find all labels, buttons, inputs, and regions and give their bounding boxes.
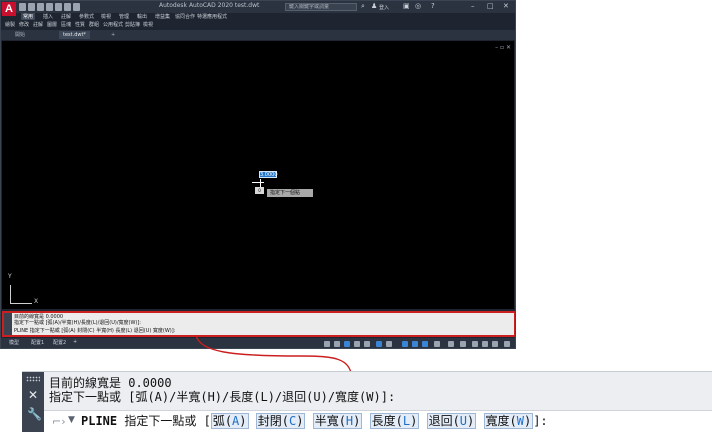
option-halfwidth[interactable]: 半寬(H): [312, 413, 363, 429]
history-line: 目前的線寬是 0.0000: [49, 376, 172, 390]
command-prompt[interactable]: PLINE 指定下一點或 [弧(A) 封閉(C) 半寬(H) 長度(L) 退回(…: [81, 413, 548, 429]
command-window-zoomed[interactable]: ✕ 🔧 目前的線寬是 0.0000 指定下一點或 [弧(A)/半寬(H)/長度(…: [22, 371, 712, 433]
option-undo[interactable]: 退回(U): [426, 413, 477, 429]
callout-arrow: [195, 334, 358, 387]
close-icon[interactable]: ✕: [28, 389, 38, 401]
prompt-text: 指定下一點或 [: [124, 414, 211, 428]
wrench-icon[interactable]: 🔧: [27, 408, 42, 420]
command-prompt-icon: ⌐›: [52, 415, 66, 428]
command-side-bar: ✕ 🔧: [22, 372, 44, 432]
command-history: 目前的線寬是 0.0000 指定下一點或 [弧(A)/半寬(H)/長度(L)/退…: [49, 376, 395, 404]
history-line: 指定下一點或 [弧(A)/半寬(H)/長度(L)/退回(U)/寬度(W)]:: [49, 390, 396, 404]
grip-handle-icon[interactable]: [26, 376, 40, 382]
command-input-line[interactable]: ⌐› ▼ PLINE 指定下一點或 [弧(A) 封閉(C) 半寬(H) 長度(L…: [44, 410, 712, 433]
option-length[interactable]: 長度(L): [369, 413, 420, 429]
option-close[interactable]: 封閉(C): [255, 413, 306, 429]
recent-commands-icon[interactable]: ▼: [68, 415, 75, 425]
prompt-close: ]:: [533, 414, 548, 428]
option-width[interactable]: 寬度(W): [483, 413, 534, 429]
command-name: PLINE: [81, 414, 118, 428]
option-arc[interactable]: 弧(A): [210, 413, 249, 429]
